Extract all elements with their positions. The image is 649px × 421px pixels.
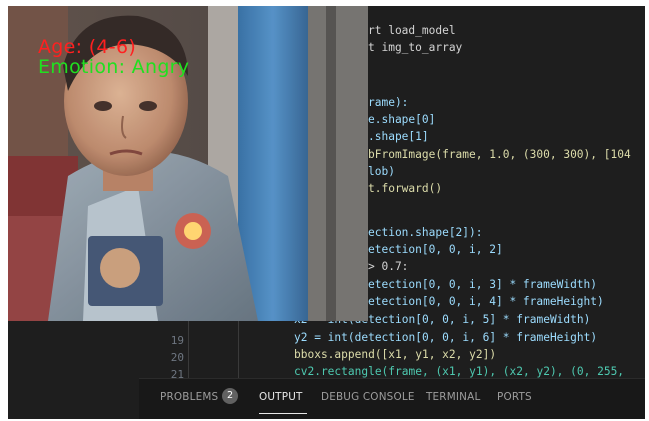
line-number: 20 [170, 351, 184, 364]
code-line: e.shape[0] [368, 113, 436, 126]
code-line: etection[0, 0, i, 3] * frameWidth) [368, 278, 598, 291]
code-line: etection[0, 0, i, 4] * frameHeight) [368, 295, 604, 308]
code-line: bboxs.append([x1, y1, x2, y2]) [294, 348, 497, 361]
active-tab-indicator [259, 413, 307, 414]
code-line: etection[0, 0, i, 2] [368, 243, 503, 256]
tab-output[interactable]: OUTPUT [259, 391, 303, 403]
emotion-prediction-label: Emotion: Angry [38, 56, 190, 78]
code-line: t img_to_array [368, 41, 463, 54]
tab-debug-console[interactable]: DEBUG CONSOLE [321, 391, 415, 403]
tab-terminal[interactable]: TERMINAL [426, 391, 480, 403]
code-line: y2 = int(detection[0, 0, i, 6] * frameHe… [294, 331, 598, 344]
code-line: > 0.7: [368, 260, 409, 273]
tab-ports[interactable]: PORTS [497, 391, 532, 403]
code-line: rt load_model [368, 24, 456, 37]
code-line: t.forward() [368, 182, 443, 195]
app-window: 19 20 21 rt load_model t img_to_array ra… [8, 6, 645, 419]
camera-feed-window: Age: (4-6) Emotion: Angry [8, 6, 368, 321]
panel-tab-bar: PROBLEMS 2 OUTPUT DEBUG CONSOLE TERMINAL… [139, 378, 645, 419]
code-line: bFromImage(frame, 1.0, (300, 300), [104 [368, 148, 631, 161]
code-line: ection.shape[2]): [368, 226, 483, 239]
code-line: .shape[1] [368, 130, 429, 143]
problems-count-badge: 2 [222, 388, 238, 404]
code-line: rame): [368, 96, 409, 109]
age-prediction-label: Age: (4-6) [38, 36, 137, 58]
tab-problems[interactable]: PROBLEMS [160, 391, 218, 403]
line-number: 19 [170, 334, 184, 347]
code-line: lob) [368, 165, 395, 178]
